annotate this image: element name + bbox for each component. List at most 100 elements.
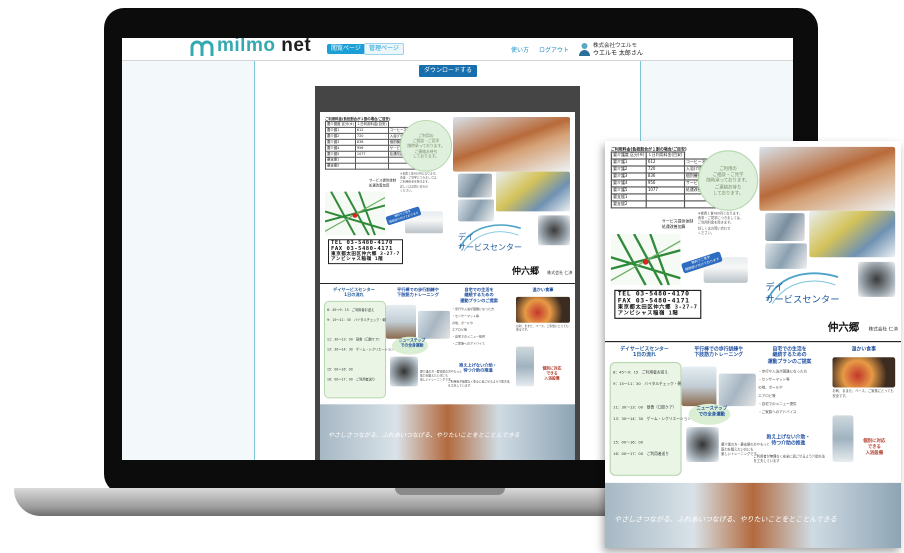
consultation-circle: ご利用の ご相談・ご見学 随時承っております。 ご連絡お待ち しております。 [697,150,759,211]
contact-box: TEL 03-5480-4170 FAX 03-5480-4171 東京都太田区… [328,239,403,265]
fee-table-cell: 要介護4 [610,179,647,188]
logo-part-milmo: milmo [217,38,276,56]
fee-table-cell: 956 [645,179,685,188]
schedule-line: 16：00〜17：00 ご利用者送り [613,451,669,457]
fee-table-cell [645,200,685,209]
section-life: 自宅での生活を 継続するための 運動プランのご提案 [460,286,498,303]
consultation-text: ご利用の ご相談・ご見学 随時承っております。 ご連絡お待ち しております。 [706,165,750,196]
contact-box: TEL 03-5480-4170 FAX 03-5480-4171 東京都太田区… [614,289,702,320]
section-walking: 平行棒での歩行訓練や 下肢筋力トレーニング [694,345,744,358]
schedule-title: デイサービスセンター 1日の流れ [620,345,669,358]
schedule-line: 15：00〜16：00 [613,439,644,445]
care-text: ご利用者が無理なく安全に過ごせるよう介助方法を工夫しています [448,379,510,388]
fee-table-cell: １日利用料金(目安) [354,120,389,128]
fee-table-cell: 要介護度 区分(※) [610,151,647,160]
logo-town-name: 仲六郷 [827,322,860,335]
logo-town-name: 仲六郷 [512,267,540,278]
user-name: ウエルモ 太郎さん [593,50,643,57]
logo-day: デイ [458,232,474,242]
photo-nustep-machine [390,356,418,387]
photo-dining-room [453,116,570,172]
fee-table-cell [645,193,685,202]
tab-view[interactable]: 閲覧ページ [327,44,365,54]
fee-table-cell: 612 [645,158,685,167]
brochure-inside: デイサービスセンター 1日の流れ 8：45〜9：15 ご利用者お迎え 9：15〜1… [320,285,575,460]
fee-table-cell: 1077 [645,186,685,195]
fee-table-cell: 要支援1 [610,193,647,202]
user-avatar-icon[interactable] [579,42,590,56]
section-care: 抱え上げない介助・ 待つ介助の推進 [766,434,811,447]
section-lunch: 温かい食事 [532,286,554,292]
fee-table-cell: 要介護5 [610,186,647,195]
meal-note: ※食費１食480円となります。 食事・ご見学につきましては、 ご利用料金を除きま… [400,171,440,193]
help-link[interactable]: 使い方 [511,45,529,54]
fee-table-cell: 要支援2 [325,162,356,170]
logo-service: サービスセンター [458,243,522,253]
photo-exercise [458,199,494,222]
schedule-line: 8：45〜9：15 ご利用者お迎え [613,370,668,375]
life-line: ・自宅でのメニュー提供 [758,401,797,407]
photo-machine [538,215,570,246]
fold-divider [320,283,575,285]
fold-divider [605,341,901,343]
pdf-page: ご利用料金(負担割合が１割の場合/ご目安) 要介護度 区分(※) １日利用料金(目… [320,112,575,460]
download-button[interactable]: ダウンロードする [419,65,477,77]
life-line: ・センサーマット等 [452,313,480,318]
photo-training [458,173,492,198]
life-line: ・自宅でのメニュー提供 [452,334,486,339]
photo-staff [809,210,896,258]
photo-bento [516,296,570,323]
lunch-text: お刺、ままた、ベース、ご家族にとっても安全です。 [516,323,569,332]
consultation-text: ご利用の ご相談・ご見学 随時承っております。 ご連絡お待ち しております。 [407,132,445,159]
schedule-line: 15：00〜16：00 [327,367,353,372]
section-walking: 平行棒での歩行訓練や 下肢筋力トレーニング [397,286,439,298]
logo-town: 仲六郷 株式会社 仁済 [828,313,898,335]
fee-table-cell: 要介護3 [610,172,647,181]
life-line: ・歩行や入浴が困難になった方 [758,368,807,374]
photo-bath [516,346,534,387]
photo-leg-training [418,310,450,339]
logo-company-name: 株式会社 仁済 [868,325,898,332]
life-line: の他、ボールや [452,320,474,325]
life-line: ・ご家族へのアドバイス [758,409,797,415]
banner-text: やさしさつながる、ふれあいつなげる、やりたいことをとことんできる [328,432,520,440]
logo-service: サービスセンター [765,294,840,305]
schedule-line: 13：30〜14：30 ゲーム・レクリエーション [613,416,691,422]
schedule-line: 13：30〜14：30 ゲーム・レクリエーション [327,347,395,352]
schedule-title: デイサービスセンター 1日の流れ [333,286,375,298]
logo-town: 仲六郷 株式会社 仁済 [512,259,572,278]
laptop-notch [395,488,505,495]
center-logo: デイ サービスセンター [765,281,839,307]
app-header: milmo net 閲覧ページ 管理ページ 使い方 ログアウト 株式会社ウエルモ… [122,38,793,61]
life-line: ・歩行や入浴が困難になった方 [452,306,495,311]
section-care: 抱え上げない介助・ 待つ介助の推進 [459,362,497,373]
fee-note-2: 処遇改善加算 [369,183,390,188]
life-line: ・センサーマット等 [758,377,790,382]
consultation-circle: ご利用の ご相談・ご見学 随時承っております。 ご連絡お待ち しております。 [400,119,452,172]
schedule-line: 11：30〜13：00 昼食（口腔ケア） [613,404,677,410]
tab-admin[interactable]: 管理ページ [364,43,404,55]
schedule-line: 8：45〜9：15 ご利用者お迎え [327,307,375,312]
section-nustep: ニューステップ での全身運動 [398,337,426,348]
photo-staff [496,171,570,212]
logo-day: デイ [765,281,784,293]
map-graphic [610,233,681,286]
schedule-line: 11：30〜13：00 昼食（口腔ケア） [327,337,382,342]
pdf-viewer[interactable]: ご利用料金(負担割合が１割の場合/ご目安) 要介護度 区分(※) １日利用料金(目… [315,86,580,460]
brochure-inside: デイサービスセンター 1日の流れ 8：45〜9：15 ご利用者お迎え 9：15〜1… [605,343,901,548]
photo-parallel-bars [386,304,416,339]
logout-link[interactable]: ログアウト [539,45,569,54]
brochure-front: ご利用料金(負担割合が１割の場合/ご目安) 要介護度 区分(※) １日利用料金(目… [320,112,575,281]
fee-table-cell: 720 [645,165,685,174]
fee-table-cell: 要支援2 [610,200,647,209]
milmo-logo-icon [190,40,214,56]
access-map [610,233,681,286]
section-lunch: 温かい食事 [851,345,877,352]
contact-building: アンビシャス稲嶺 1階 [331,256,384,262]
photo-exercise [765,243,807,269]
app-logo[interactable]: milmo net [217,38,311,57]
logo-part-net: net [281,38,312,56]
life-line: の他、ボールや [758,385,783,390]
photo-nustep-machine [686,427,719,462]
printed-brochure: ご利用料金(負担割合が１割の場合/ご目安) 要介護度 区分(※) １日利用料金(目… [605,141,901,548]
